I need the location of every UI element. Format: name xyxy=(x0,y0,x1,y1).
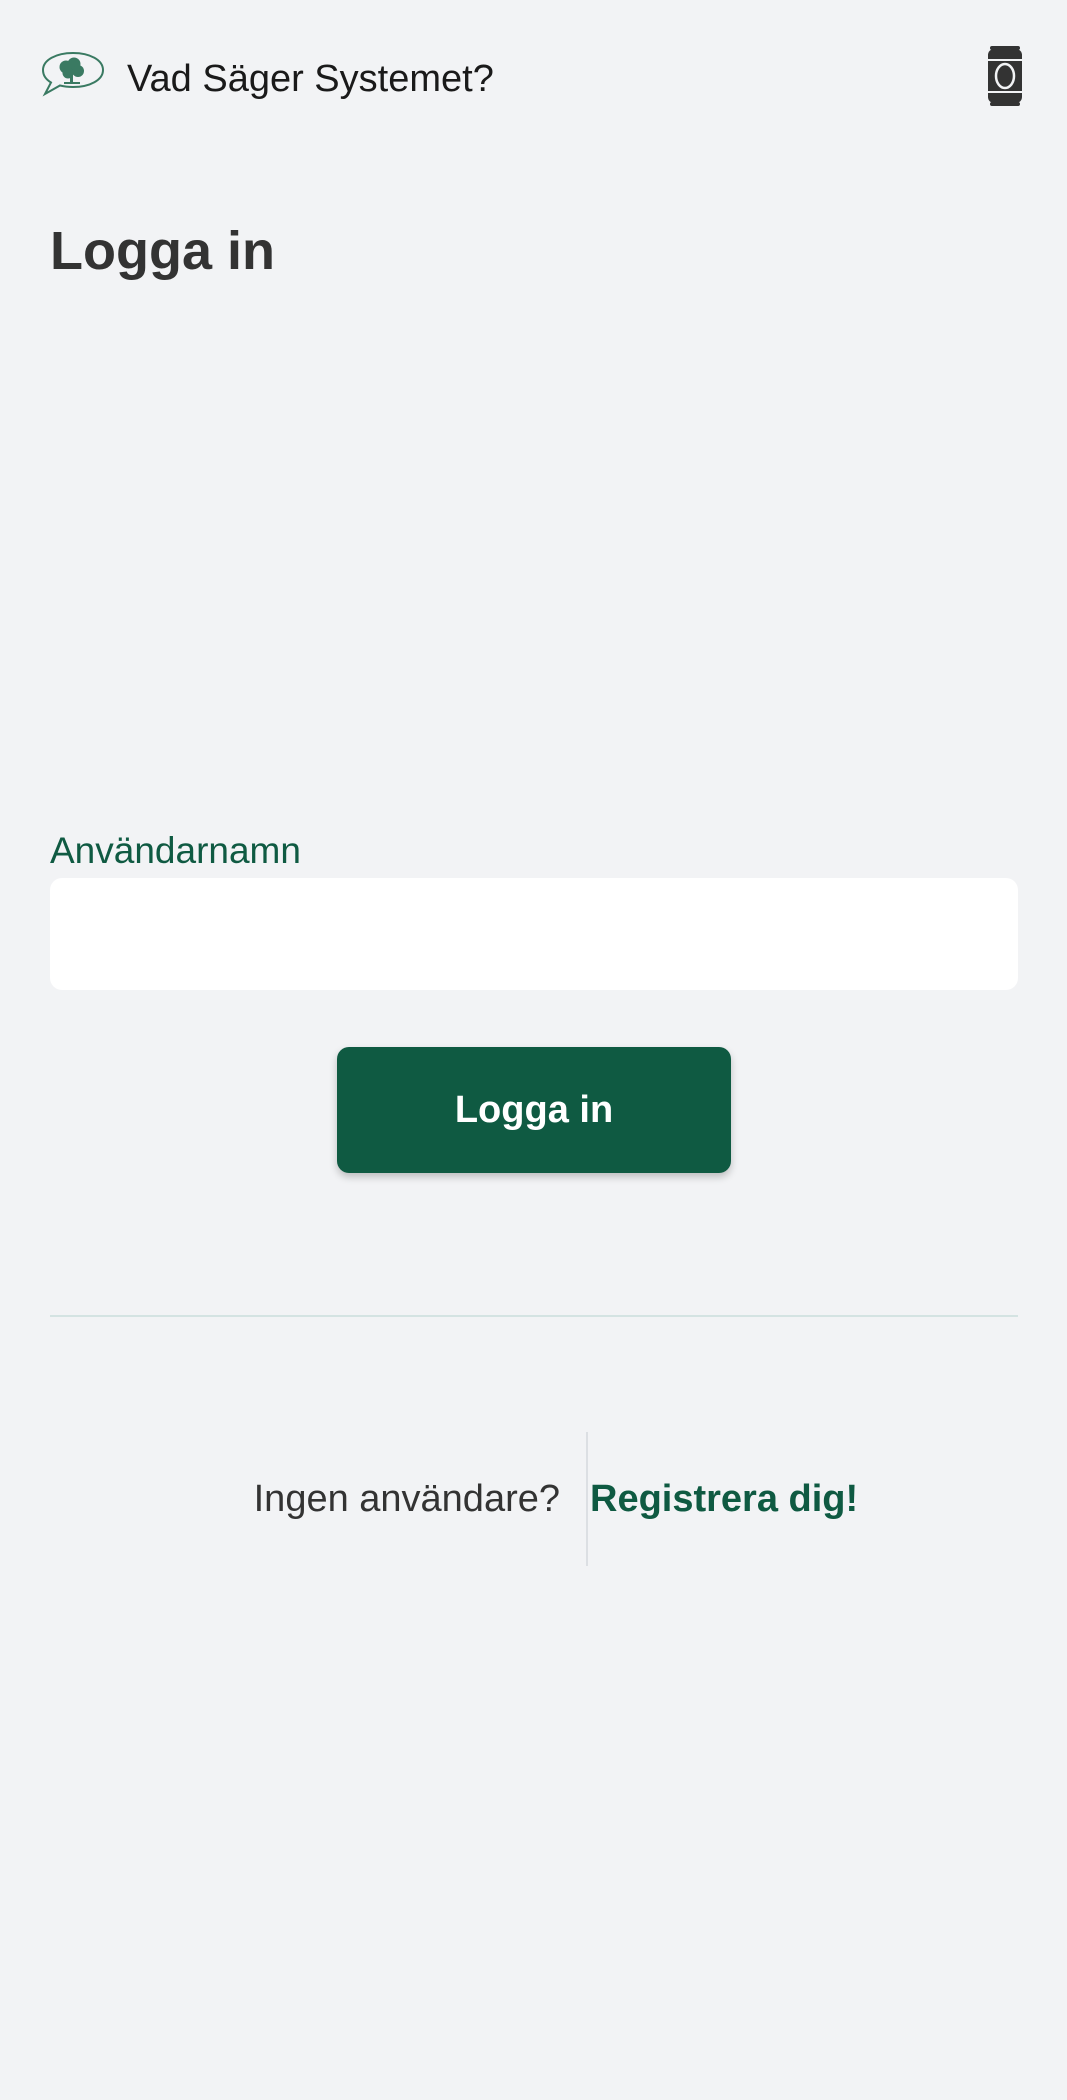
register-link[interactable]: Registrera dig! xyxy=(590,1473,858,1525)
no-user-prompt: Ingen användare? xyxy=(253,1478,560,1520)
app-header: Vad Säger Systemet? xyxy=(0,0,1067,158)
vertical-separator xyxy=(586,1432,588,1566)
username-input[interactable] xyxy=(50,878,1018,990)
username-label: Användarnamn xyxy=(50,830,301,871)
login-screen: Vad Säger Systemet? Logga in Användarnam… xyxy=(0,0,1067,2100)
divider xyxy=(50,1315,1018,1317)
page-title: Logga in xyxy=(50,221,275,281)
speech-bubble-tree-icon xyxy=(40,50,106,98)
beverage-can-icon[interactable] xyxy=(986,44,1024,108)
login-button[interactable]: Logga in xyxy=(337,1047,731,1173)
app-title: Vad Säger Systemet? xyxy=(127,58,494,100)
